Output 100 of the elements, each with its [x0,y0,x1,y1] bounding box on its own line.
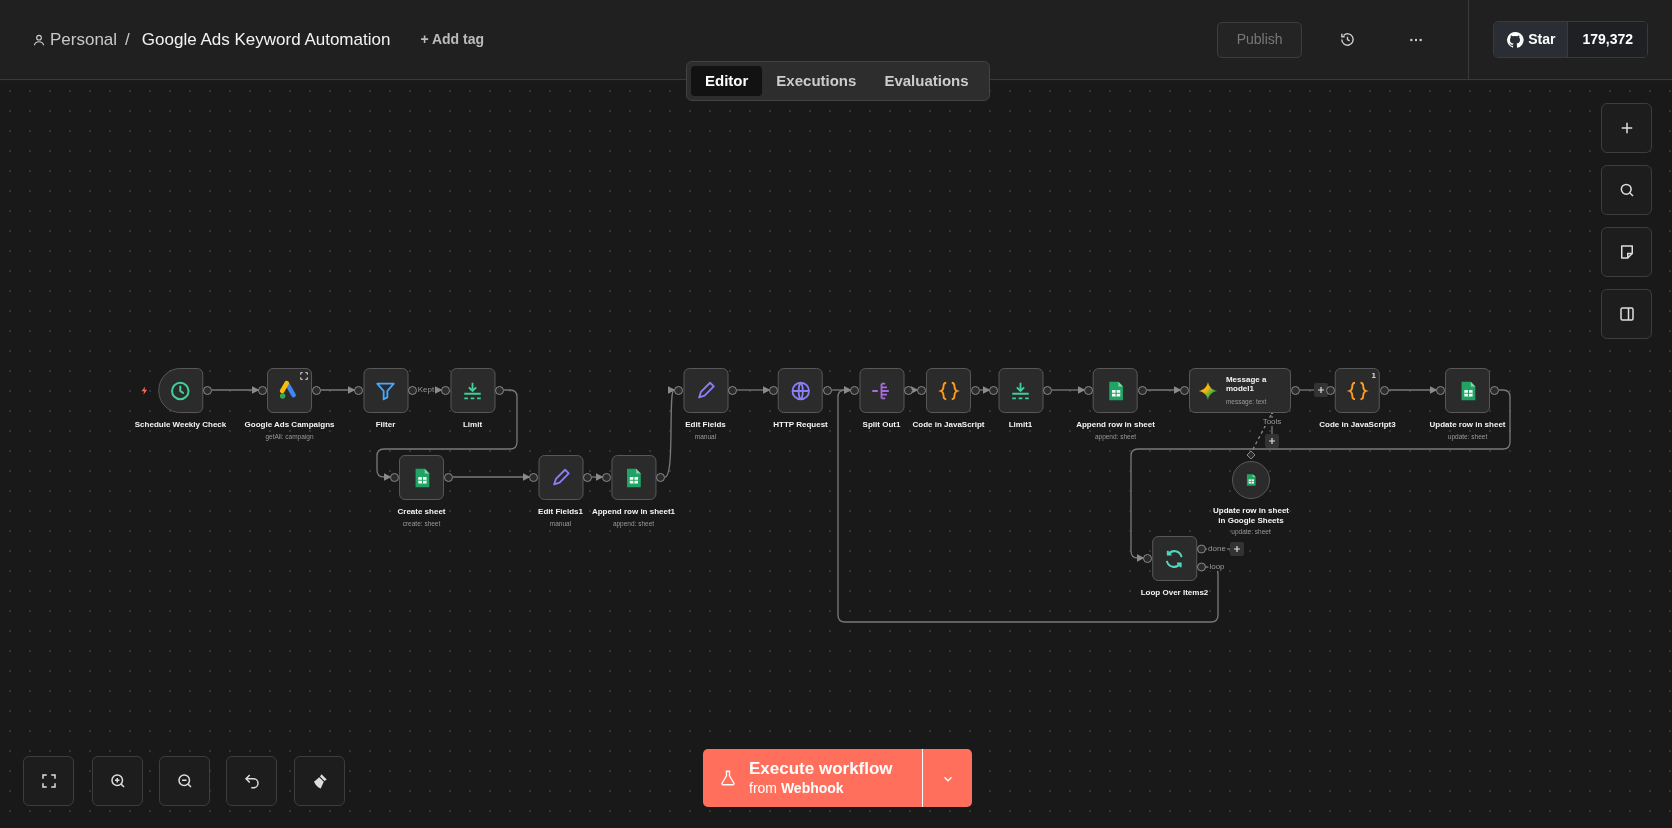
connection-handle[interactable] [602,473,611,482]
add-tag-button[interactable]: + Add tag [414,28,491,51]
connection-label: done [1207,545,1227,553]
connection-handle[interactable] [1490,386,1499,395]
globe-icon [789,379,812,402]
connection-handle[interactable] [203,386,212,395]
zoom-out-button[interactable] [159,756,210,806]
node-label: Append row in sheet [1076,420,1155,430]
workflow-node[interactable]: 1 [1335,368,1380,413]
node-label: Google Ads Campaigns [244,420,335,430]
connection-handle[interactable] [769,386,778,395]
undo-icon [242,772,261,790]
connection-handle[interactable] [674,386,683,395]
connection-handle[interactable] [1326,386,1335,395]
connection-handle[interactable] [258,386,267,395]
add-node-button[interactable] [1314,383,1328,397]
connection-handle[interactable] [529,473,538,482]
workflow-node[interactable] [998,368,1043,413]
connection-handle[interactable] [441,386,450,395]
workflow-node[interactable] [267,368,312,413]
search-button[interactable] [1601,165,1652,215]
workflow-node[interactable] [1093,368,1138,413]
connection-handle[interactable] [408,386,417,395]
connection-handle[interactable] [850,386,859,395]
zoom-out-icon [175,772,194,790]
node-label: Schedule Weekly Check [134,420,227,430]
connection-handle[interactable] [495,386,504,395]
braces-icon [937,379,960,402]
github-star-button[interactable]: Star 179,372 [1493,21,1648,58]
node-label: Limit1 [1008,420,1033,430]
workflow-node[interactable] [158,368,203,413]
editor-tab[interactable]: Editor [691,66,763,96]
history-icon[interactable] [1339,31,1357,48]
braces-icon [1346,379,1369,402]
connection-label: Kept [416,386,436,394]
side-panel-button[interactable] [1601,289,1652,339]
connection-handle[interactable] [583,473,592,482]
workflow-node[interactable] [399,455,444,500]
connection-handle[interactable] [1084,386,1093,395]
node-label: HTTP Request [773,420,828,430]
workflow-node[interactable] [926,368,971,413]
node-label: Append row in sheet1 [591,507,676,517]
connection-handle[interactable] [1138,386,1147,395]
undo-button[interactable] [226,756,277,806]
node-label: Code in JavaScript3 [1319,420,1396,430]
connection-handle[interactable] [1291,386,1300,395]
connection-handle[interactable] [1043,386,1052,395]
star-label: Star [1528,30,1556,49]
star-count: 179,372 [1568,22,1647,57]
connection-label: Tools [1261,418,1283,426]
workflow-node[interactable] [450,368,495,413]
editor-tab[interactable]: Evaluations [870,66,983,96]
workflow-node[interactable] [611,455,656,500]
zoom-in-button[interactable] [92,756,143,806]
spreadsheet-icon [1244,473,1258,487]
connection-handle[interactable] [1436,386,1445,395]
node-label: Split Out1 [862,420,901,430]
node-label: Update row in sheet in Google Sheets [1212,506,1290,526]
connection-handle[interactable] [728,386,737,395]
connection-handle[interactable] [390,473,399,482]
connection-handle[interactable] [1180,386,1189,395]
node-label: Edit Fields [685,420,726,430]
run-count: 1 [1371,370,1376,382]
connection-handle[interactable] [656,473,665,482]
connection-label: loop [1208,563,1226,571]
clock-icon [169,379,192,402]
fit-view-button[interactable] [23,756,74,806]
workflow-title[interactable]: Google Ads Keyword Automation [141,26,391,53]
add-node-button[interactable] [1230,542,1244,556]
workflow-node[interactable] [538,455,583,500]
connection-handle[interactable] [1380,386,1389,395]
bolt-icon [140,385,149,396]
node-label: Create sheet [397,507,446,517]
workflow-node[interactable] [1445,368,1490,413]
workflow-node[interactable] [1152,536,1197,581]
node-label: Code in JavaScript [912,420,985,430]
connection-handle[interactable] [312,386,321,395]
breadcrumb-separator: / [125,28,130,51]
workflow-node[interactable] [778,368,823,413]
node-label: Loop Over Items2 [1140,588,1209,598]
connection-handle[interactable] [823,386,832,395]
broom-button[interactable] [294,756,345,806]
side-panel-icon [1617,305,1636,323]
node-label: Edit Fields1 [538,507,583,517]
workflow-node[interactable] [859,368,904,413]
node-label: Update row in sheet [1429,420,1506,430]
node-label: Message a model1 [1225,374,1268,394]
workflow-node[interactable] [1232,461,1270,499]
workflow-node[interactable] [363,368,408,413]
flask-icon [719,769,737,787]
breadcrumb-link[interactable]: Personal [50,26,118,53]
workflow-node[interactable] [683,368,728,413]
editor-tab[interactable]: Executions [762,66,871,96]
add-node-button[interactable] [1265,434,1279,448]
connection-handle[interactable] [354,386,363,395]
connection-handle[interactable] [1143,554,1152,563]
connection-line [320,386,356,394]
connection-handle[interactable] [444,473,453,482]
connection-line [736,386,771,394]
sticky-note-button[interactable] [1601,227,1652,277]
